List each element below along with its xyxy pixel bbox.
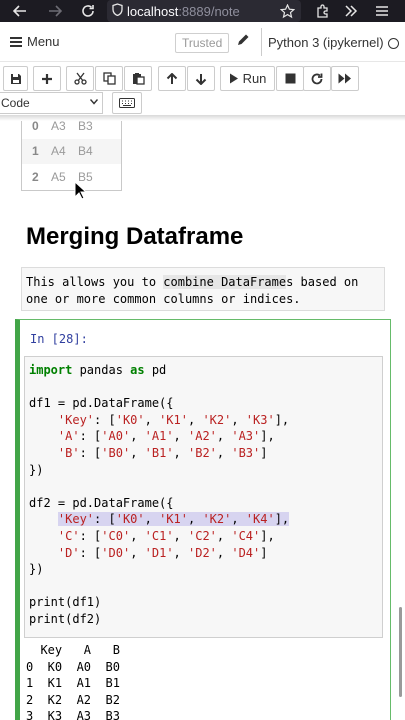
scrollbar-thumb[interactable] <box>399 607 402 697</box>
kernel-name[interactable]: Python 3 (ipykernel) <box>261 28 384 56</box>
markdown-text-block: This allows you to combine DataFrames ba… <box>21 267 385 311</box>
cut-button[interactable] <box>66 66 94 91</box>
menu-button[interactable]: Menu <box>10 34 60 49</box>
output-line: 2 K2 A2 B2 <box>26 692 120 707</box>
run-button[interactable]: Run <box>220 66 275 91</box>
run-label: Run <box>242 71 267 86</box>
extensions-icon[interactable] <box>308 0 338 22</box>
back-arrow-icon[interactable] <box>5 0 35 22</box>
cell-output: Key A B 0 K0 A0 B0 1 K1 A1 B1 2 K2 A2 B2… <box>26 642 120 720</box>
reload-icon[interactable] <box>73 0 103 22</box>
stop-icon <box>285 73 295 84</box>
cell-prompt: In [28]: <box>30 332 88 346</box>
output-line: 3 K3 A3 B3 <box>26 709 120 720</box>
url-host: localhost <box>127 3 179 19</box>
mouse-pointer-icon <box>74 180 88 205</box>
code-editor[interactable]: import pandas as pd df1 = pd.DataFrame({… <box>24 356 383 638</box>
url-path: :8889/note <box>178 3 240 19</box>
insert-cell-button[interactable] <box>33 66 61 91</box>
play-icon <box>229 73 238 84</box>
arrow-up-icon <box>166 72 178 84</box>
star-icon[interactable] <box>276 0 298 22</box>
output-line: 1 K1 A1 B1 <box>26 676 120 691</box>
table-row: 1 A4 B4 <box>22 139 121 164</box>
save-icon <box>10 73 21 84</box>
menu-icon[interactable] <box>367 0 397 22</box>
forward-arrow-icon[interactable] <box>40 0 70 22</box>
table-row: 2 A5 B5 <box>32 170 93 184</box>
plus-icon <box>42 73 52 84</box>
trusted-indicator[interactable]: Trusted <box>175 33 230 53</box>
url-bar[interactable]: localhost:8889/note <box>107 0 301 22</box>
output-line: 0 K0 A0 B0 <box>26 659 120 674</box>
move-up-button[interactable] <box>158 66 186 91</box>
copy-button[interactable] <box>95 66 123 91</box>
shield-icon[interactable] <box>107 3 127 19</box>
cell-type-select[interactable]: Code <box>0 92 103 114</box>
restart-icon <box>311 73 323 84</box>
restart-run-all-button[interactable] <box>331 66 359 91</box>
interrupt-button[interactable] <box>276 66 304 91</box>
code-cell-selected[interactable]: In [28]: import pandas as pd df1 = pd.Da… <box>15 319 391 720</box>
markdown-heading: Merging Dataframe <box>26 223 244 250</box>
paste-icon <box>132 73 145 85</box>
kernel-status-icon <box>388 38 399 49</box>
arrow-down-icon <box>195 73 207 85</box>
hamburger-icon <box>10 35 22 49</box>
fast-forward-icon <box>338 73 351 84</box>
save-button[interactable] <box>3 66 28 91</box>
restart-button[interactable] <box>303 66 331 91</box>
notebook-menubar: Menu Trusted Python 3 (ipykernel) <box>0 22 405 62</box>
keyboard-icon <box>119 98 135 108</box>
cell-type-value: Code <box>1 96 30 110</box>
scissors-icon <box>73 72 87 85</box>
paste-button[interactable] <box>124 66 152 91</box>
menu-label: Menu <box>27 34 60 49</box>
output-line: Key A B <box>26 643 120 657</box>
overflow-icon[interactable] <box>336 0 366 22</box>
chevron-down-icon <box>89 97 99 108</box>
pencil-icon[interactable] <box>236 33 250 50</box>
browser-toolbar: localhost:8889/note <box>0 0 405 22</box>
command-palette-button[interactable] <box>112 92 142 114</box>
move-down-button[interactable] <box>187 66 215 91</box>
table-row: 0 A3 B3 <box>32 121 93 133</box>
notebook-area: 0 A3 B3 1 A4 B4 2 A5 B5 Merging Datafram… <box>0 121 405 720</box>
copy-icon <box>102 72 116 85</box>
notebook-toolbar: Run Code <box>0 62 405 116</box>
dataframe-output-table: 0 A3 B3 1 A4 B4 2 A5 B5 <box>21 121 122 191</box>
